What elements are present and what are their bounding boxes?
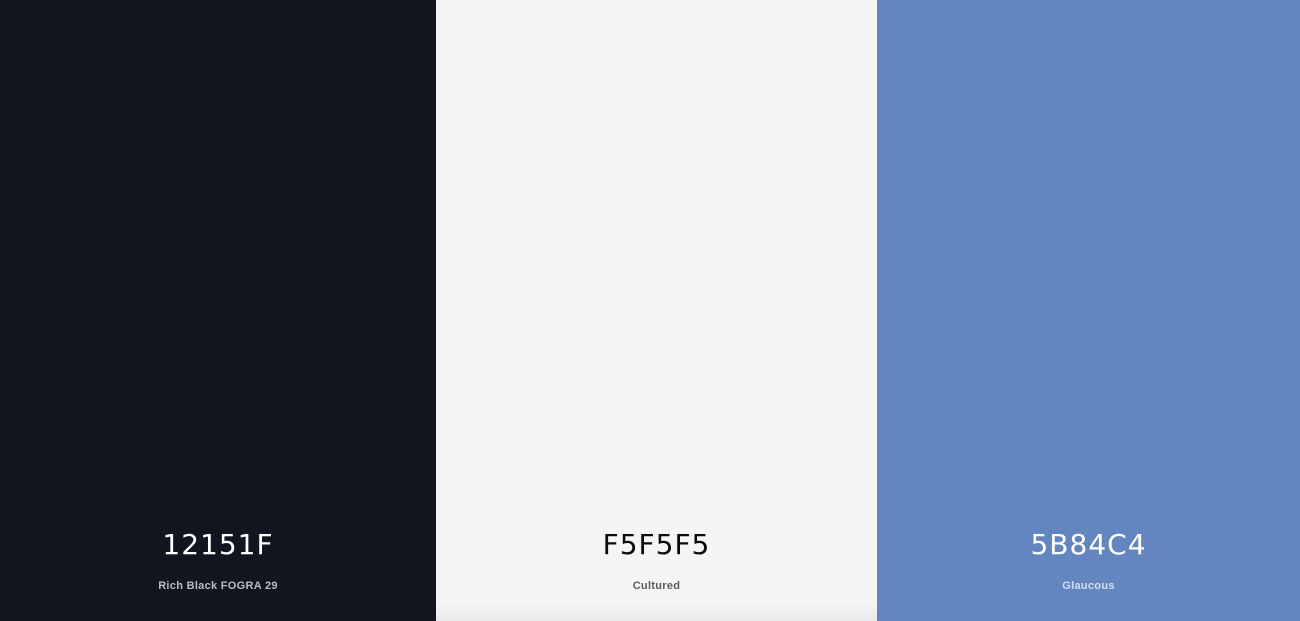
color-swatch-rich-black[interactable]: 12151F Rich Black FOGRA 29 <box>0 0 436 621</box>
hex-code[interactable]: F5F5F5 <box>603 528 711 562</box>
color-palette: 12151F Rich Black FOGRA 29 F5F5F5 Cultur… <box>0 0 1300 621</box>
color-name: Rich Black FOGRA 29 <box>158 580 278 592</box>
bottom-shade <box>436 603 877 621</box>
color-swatch-glaucous[interactable]: 5B84C4 Glaucous <box>877 0 1300 621</box>
color-name: Glaucous <box>1062 580 1115 592</box>
hex-code[interactable]: 5B84C4 <box>1030 528 1146 562</box>
color-swatch-cultured[interactable]: F5F5F5 Cultured <box>436 0 877 621</box>
color-name: Cultured <box>632 580 681 592</box>
hex-code[interactable]: 12151F <box>162 528 273 562</box>
